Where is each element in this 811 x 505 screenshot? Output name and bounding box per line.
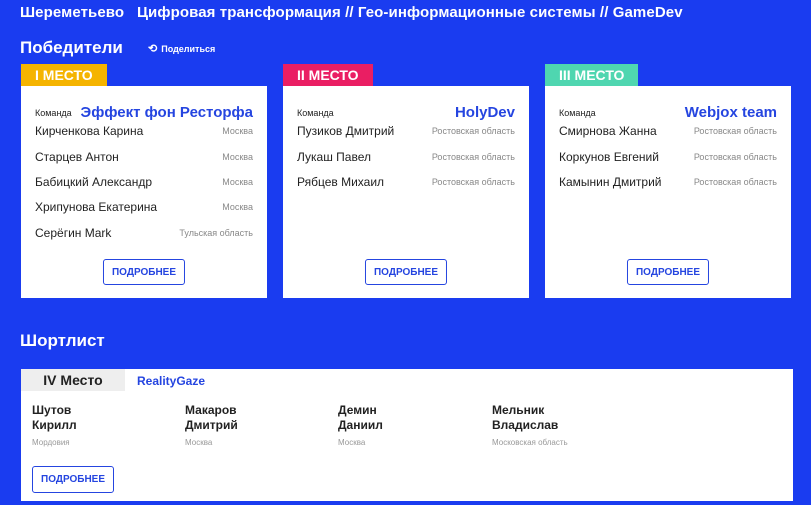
shortlist-heading: Шортлист: [20, 331, 105, 350]
member-region: Ростовская область: [431, 177, 515, 187]
member-name: Хрипунова Екатерина: [35, 200, 158, 214]
member-firstname: Кирилл: [32, 418, 77, 432]
winner-card-3: III МЕСТО Команда Webjox team Смирнова Ж…: [545, 64, 791, 298]
team-row: Команда HolyDev: [297, 104, 515, 121]
member-name: Камынин Дмитрий: [559, 175, 662, 189]
member-row: Бабицкий Александр Москва: [35, 175, 253, 189]
shortlist-card: IV Место RealityGaze Шутов Кирилл Мордов…: [21, 369, 793, 501]
team-label: Команда: [297, 107, 334, 118]
member-region: Москва: [222, 152, 253, 162]
member-firstname: Дмитрий: [185, 418, 238, 432]
member-name: Смирнова Жанна: [559, 124, 657, 138]
member-region: Москва: [185, 438, 213, 447]
shortlist-member: Шутов Кирилл Мордовия: [32, 403, 172, 447]
member-surname: Шутов: [32, 403, 72, 417]
member-region: Мордовия: [32, 438, 70, 447]
member-row: Кирченкова Карина Москва: [35, 124, 253, 138]
page-breadcrumb: Шереметьево Цифровая трансформация // Ге…: [20, 4, 683, 21]
member-name: Бабицкий Александр: [35, 175, 153, 189]
member-name: Серёгин Mark: [35, 226, 112, 240]
details-button[interactable]: ПОДРОБНЕЕ: [364, 259, 448, 285]
team-name: Webjox team: [684, 104, 777, 121]
member-region: Московская область: [492, 438, 568, 447]
winner-card-2: II МЕСТО Команда HolyDev Пузиков Дмитрий…: [283, 64, 529, 298]
details-button[interactable]: ПОДРОБНЕЕ: [626, 259, 710, 285]
member-surname: Мельник: [492, 403, 545, 417]
shortlist-member: Демин Даниил Москва: [338, 403, 478, 447]
member-row: Рябцев Михаил Ростовская область: [297, 175, 515, 189]
member-region: Москва: [222, 126, 253, 136]
share-icon: ⟲: [148, 43, 158, 55]
place-badge: I МЕСТО: [21, 64, 107, 86]
member-row: Коркунов Евгений Ростовская область: [559, 150, 777, 164]
team-row: Команда Эффект фон Ресторфа: [35, 104, 253, 121]
member-row: Пузиков Дмитрий Ростовская область: [297, 124, 515, 138]
member-firstname: Даниил: [338, 418, 383, 432]
member-name: Кирченкова Карина: [35, 124, 144, 138]
member-region: Ростовская область: [693, 126, 777, 136]
member-row: Лукаш Павел Ростовская область: [297, 150, 515, 164]
share-button[interactable]: ⟲ Поделиться: [148, 43, 216, 55]
place-badge: III МЕСТО: [545, 64, 639, 86]
member-region: Ростовская область: [431, 152, 515, 162]
member-region: Тульская область: [179, 228, 253, 238]
team-label: Команда: [559, 107, 596, 118]
team-name: HolyDev: [454, 104, 515, 121]
member-row: Хрипунова Екатерина Москва: [35, 200, 253, 214]
team-row: Команда Webjox team: [559, 104, 777, 121]
details-button[interactable]: ПОДРОБНЕЕ: [32, 466, 115, 493]
member-name: Старцев Антон: [35, 150, 119, 164]
team-label: Команда: [35, 107, 72, 118]
winner-card-1: I МЕСТО Команда Эффект фон Ресторфа Кирч…: [21, 64, 267, 298]
member-region: Москва: [338, 438, 366, 447]
shortlist-member: Мельник Владислав Московская область: [492, 403, 632, 447]
team-name: Эффект фон Ресторфа: [80, 104, 253, 121]
member-row: Серёгин Mark Тульская область: [35, 226, 253, 240]
member-region: Ростовская область: [693, 152, 777, 162]
place-tag: IV Место: [21, 369, 125, 391]
shortlist-member: Макаров Дмитрий Москва: [185, 403, 325, 447]
winners-heading: Победители: [20, 38, 123, 57]
member-name: Рябцев Михаил: [297, 175, 385, 189]
member-region: Ростовская область: [693, 177, 777, 187]
member-surname: Демин: [338, 403, 377, 417]
member-region: Ростовская область: [431, 126, 515, 136]
member-row: Смирнова Жанна Ростовская область: [559, 124, 777, 138]
member-surname: Макаров: [185, 403, 237, 417]
member-region: Москва: [222, 202, 253, 212]
member-row: Старцев Антон Москва: [35, 150, 253, 164]
member-name: Лукаш Павел: [297, 150, 371, 164]
member-row: Камынин Дмитрий Ростовская область: [559, 175, 777, 189]
details-button[interactable]: ПОДРОБНЕЕ: [102, 259, 186, 285]
share-label: Поделиться: [161, 44, 216, 54]
member-region: Москва: [222, 177, 253, 187]
member-firstname: Владислав: [492, 418, 559, 432]
team-name: RealityGaze: [137, 374, 206, 388]
member-name: Пузиков Дмитрий: [297, 124, 395, 138]
member-name: Коркунов Евгений: [559, 150, 659, 164]
place-badge: II МЕСТО: [283, 64, 373, 86]
